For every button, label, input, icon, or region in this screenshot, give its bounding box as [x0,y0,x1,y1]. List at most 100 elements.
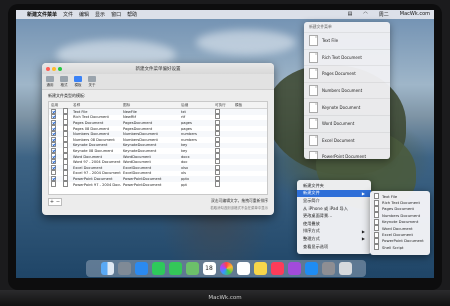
template-name[interactable]: Excel Document [71,166,121,170]
tab-templates[interactable]: 模板 [74,75,82,88]
tab-about[interactable]: 关于 [88,75,96,88]
template-name[interactable]: Pages Document [71,121,121,125]
safari-icon[interactable] [134,262,148,275]
menubar-item-help[interactable]: 帮助 [127,11,137,18]
template-extension[interactable]: numbers [179,138,213,142]
launchpad-icon[interactable] [117,262,131,275]
enable-checkbox[interactable] [51,131,57,137]
trash-icon[interactable] [338,262,352,275]
executable-checkbox[interactable] [215,159,221,165]
context-menu-item[interactable]: 排序方式 ▶ [297,228,371,236]
enable-checkbox[interactable] [51,164,57,170]
dropdown-item[interactable]: Numbers Document [304,81,390,99]
dropdown-item[interactable]: Text File [304,32,390,49]
template-name[interactable]: PowerPoint Document [71,177,121,181]
executable-checkbox[interactable] [215,142,221,148]
template-extension[interactable]: pptx [179,177,213,181]
enable-checkbox[interactable] [51,125,57,131]
executable-checkbox[interactable] [215,119,221,126]
template-extension[interactable]: numbers [179,132,213,136]
submenu-item[interactable]: Shell Script [370,244,430,251]
menubar-item-file[interactable]: 文件 [63,11,73,18]
template-extension[interactable]: xls [179,171,213,175]
reminders-icon[interactable] [236,262,250,275]
template-icon-name[interactable]: PowerPointDocument [121,183,179,187]
template-extension[interactable]: key [179,143,213,147]
template-icon-name[interactable]: PagesDocument [121,121,179,125]
template-name[interactable]: Keynote 08 Document [71,149,121,153]
podcasts-icon[interactable] [287,262,301,275]
enable-checkbox[interactable] [51,142,57,148]
menubar-item-edit[interactable]: 编辑 [79,11,89,18]
template-icon-name[interactable]: NumbersDocument [121,138,179,142]
appstore-icon[interactable] [304,262,318,275]
calendar-icon[interactable]: 18 [202,262,216,275]
executable-checkbox[interactable] [215,153,221,159]
template-icon-name[interactable]: PagesDocument [121,127,179,131]
executable-checkbox[interactable] [215,131,221,137]
template-extension[interactable]: docx [179,155,213,159]
tab-general[interactable]: 通用 [46,75,54,88]
enable-checkbox[interactable] [51,119,57,126]
template-icon-name[interactable]: ExcelDocument [121,171,179,175]
template-extension[interactable]: key [179,149,213,153]
menubar-item-window[interactable]: 窗口 [111,11,121,18]
tab-format[interactable]: 格式 [60,75,68,88]
executable-checkbox[interactable] [215,147,221,154]
enable-checkbox[interactable] [51,153,57,159]
template-extension[interactable]: ppt [179,183,213,187]
enable-checkbox[interactable] [51,181,57,187]
template-icon-name[interactable]: WordDocument [121,155,179,159]
enable-checkbox[interactable] [51,175,57,182]
template-extension[interactable]: rtf [179,115,213,119]
executable-checkbox[interactable] [215,108,221,114]
menubar-clock[interactable]: 周二 [379,11,389,18]
template-icon-name[interactable]: PowerPointDocument [121,177,179,181]
enable-checkbox[interactable] [51,147,57,154]
executable-checkbox[interactable] [215,170,221,176]
finder-icon[interactable] [100,262,114,275]
context-menu-item[interactable]: 新建文件 ▶ [297,189,371,198]
template-icon-name[interactable]: ExcelDocument [121,166,179,170]
facetime-icon[interactable] [168,262,182,275]
executable-checkbox[interactable] [215,136,221,142]
template-extension[interactable]: pages [179,127,213,131]
table-row[interactable]: PowerPoint 97 - 2004 DocumentPowerPointD… [49,181,267,188]
new-file-menu-icon[interactable]: ▤ [348,11,353,18]
menubar-app-name[interactable]: 新建文件菜单 [27,11,57,18]
template-name[interactable]: Keynote Document [71,143,121,147]
template-name[interactable]: Excel 97 - 2004 Document [71,171,121,175]
dropdown-item[interactable]: Keynote Document [304,98,390,115]
template-name[interactable]: Rich Text Document [71,115,121,119]
template-name[interactable]: Pages 08 Document [71,127,121,131]
dropdown-item[interactable]: Pages Document [304,65,390,82]
template-extension[interactable]: pages [179,121,213,125]
wifi-icon[interactable]: ◠ [363,11,367,18]
maps-icon[interactable] [185,262,199,275]
context-menu-item[interactable]: 整理方式 ▶ [297,235,371,243]
template-icon-name[interactable]: NewRtf [121,115,179,119]
dropdown-item[interactable]: Rich Text Document [304,48,390,66]
menubar-item-view[interactable]: 显示 [95,11,105,18]
enable-checkbox[interactable] [51,114,57,120]
template-name[interactable]: Numbers Document [71,132,121,136]
dropdown-item[interactable]: Word Document [304,114,390,132]
context-menu-item[interactable]: 查看显示选项 [297,243,371,251]
remove-button[interactable]: − [55,199,61,205]
context-menu-item[interactable]: 从 iPhone 或 iPad 导入 [297,205,371,213]
photos-icon[interactable] [219,262,233,275]
context-menu-item[interactable]: 更改桌面背景… [297,212,371,220]
template-icon-name[interactable]: KeynoteDocument [121,143,179,147]
enable-checkbox[interactable] [51,159,57,165]
template-name[interactable]: Word 97 - 2004 Document [71,160,121,164]
template-name[interactable]: PowerPoint 97 - 2004 Document [71,183,121,187]
settings-icon[interactable] [321,262,335,275]
enable-checkbox[interactable] [51,136,57,142]
template-extension[interactable]: doc [179,160,213,164]
dropdown-item[interactable]: PowerPoint Document [304,148,390,159]
notes-icon[interactable] [253,262,267,275]
template-extension[interactable]: xlsx [179,166,213,170]
template-name[interactable]: Text File [71,110,121,114]
music-icon[interactable] [270,262,284,275]
executable-checkbox[interactable] [215,164,221,170]
